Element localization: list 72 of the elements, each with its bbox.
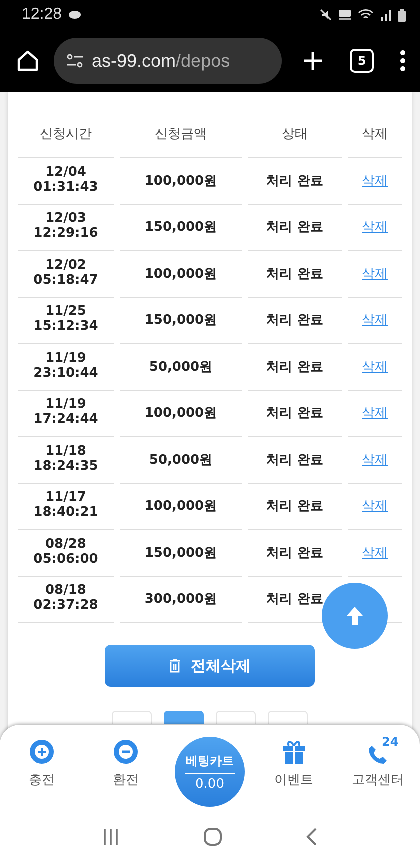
wifi-icon bbox=[358, 9, 374, 21]
delete-link[interactable]: 삭제 bbox=[362, 218, 388, 236]
request-time: 08/28 05:06:00 bbox=[34, 538, 98, 568]
betting-cart-button[interactable]: 베팅카트 0.00 bbox=[175, 737, 245, 807]
up-arrow-icon bbox=[346, 606, 364, 626]
request-time: 12/02 05:18:47 bbox=[34, 258, 98, 289]
minus-chip-icon bbox=[113, 739, 139, 765]
delete-link[interactable]: 삭제 bbox=[362, 450, 388, 469]
status-cell-text: 처리 완료 bbox=[266, 544, 324, 562]
amount-cell-text: 100,000원 bbox=[144, 172, 218, 190]
request-time: 11/19 23:10:44 bbox=[34, 352, 98, 382]
column-header: 삭제 bbox=[348, 112, 402, 158]
delete-link[interactable]: 삭제 bbox=[362, 264, 388, 283]
recent-apps-icon[interactable] bbox=[102, 828, 120, 846]
amount-cell-text: 150,000원 bbox=[144, 219, 218, 236]
phone-icon bbox=[368, 745, 388, 765]
home-icon[interactable] bbox=[16, 49, 40, 73]
tab-count-button[interactable]: 5 bbox=[350, 49, 374, 73]
address-bar[interactable]: as-99.com/depos bbox=[54, 38, 282, 84]
plus-chip-icon bbox=[29, 739, 55, 765]
delete-all-button[interactable]: 전체삭제 bbox=[105, 645, 315, 687]
delete-link[interactable]: 삭제 bbox=[362, 311, 388, 330]
status-cell-text: 처리 완료 bbox=[266, 405, 324, 422]
status-cell-text: 처리 완료 bbox=[266, 498, 324, 516]
amount-cell-text: 150,000원 bbox=[144, 312, 218, 330]
delete-link[interactable]: 삭제 bbox=[362, 497, 388, 516]
request-time: 12/04 01:31:43 bbox=[34, 166, 98, 196]
status-cell-text: 처리 완료 bbox=[266, 452, 324, 469]
column-header: 신청시간 bbox=[18, 112, 114, 158]
new-tab-icon[interactable] bbox=[302, 50, 324, 72]
request-time: 12/03 12:29:16 bbox=[34, 212, 98, 242]
amount-cell-text: 100,000원 bbox=[144, 498, 218, 516]
delete-link[interactable]: 삭제 bbox=[362, 404, 388, 422]
delete-link[interactable]: 삭제 bbox=[362, 544, 388, 562]
request-time: 08/18 02:37:28 bbox=[34, 584, 98, 614]
battery-icon bbox=[398, 8, 406, 22]
nav-item[interactable]: 충전 bbox=[7, 735, 77, 793]
trash-icon bbox=[169, 659, 181, 673]
amount-cell-text: 150,000원 bbox=[144, 544, 218, 562]
gift-icon bbox=[282, 739, 306, 765]
nav-item[interactable]: 이벤트 bbox=[259, 735, 329, 793]
status-cell-text: 처리 완료 bbox=[266, 358, 324, 376]
column-header: 상태 bbox=[248, 112, 342, 158]
nav-item[interactable]: 24 고객센터 bbox=[343, 735, 413, 793]
request-time: 11/18 18:24:35 bbox=[34, 444, 98, 475]
delete-link[interactable]: 삭제 bbox=[362, 172, 388, 190]
hours-label: 24 bbox=[382, 735, 399, 749]
back-icon[interactable] bbox=[306, 828, 318, 846]
url-text: as-99.com/depos bbox=[92, 50, 230, 72]
status-cell-text: 처리 완료 bbox=[266, 591, 324, 608]
column-header: 신청금액 bbox=[120, 112, 242, 158]
cloud-icon bbox=[68, 10, 82, 20]
nav-item[interactable]: 환전 bbox=[91, 735, 161, 793]
status-cell-text: 처리 완료 bbox=[266, 219, 324, 236]
request-time: 11/17 18:40:21 bbox=[34, 491, 98, 522]
amount-cell-text: 50,000원 bbox=[149, 452, 213, 469]
mute-icon bbox=[320, 9, 332, 21]
menu-icon[interactable] bbox=[400, 50, 406, 72]
amount-cell-text: 100,000원 bbox=[144, 266, 218, 283]
signal-icon bbox=[380, 9, 392, 21]
amount-cell-text: 100,000원 bbox=[144, 405, 218, 422]
amount-cell-text: 50,000원 bbox=[149, 358, 213, 376]
site-settings-icon[interactable] bbox=[66, 54, 84, 68]
request-time: 11/19 17:24:44 bbox=[34, 398, 98, 428]
amount-cell-text: 300,000원 bbox=[144, 591, 218, 608]
status-cell-text: 처리 완료 bbox=[266, 312, 324, 330]
request-time: 11/25 15:12:34 bbox=[34, 305, 98, 336]
status-cell-text: 처리 완료 bbox=[266, 172, 324, 190]
status-cell-text: 처리 완료 bbox=[266, 266, 324, 283]
status-time: 12:28 bbox=[22, 6, 62, 24]
delete-link[interactable]: 삭제 bbox=[362, 358, 388, 376]
home-button-icon[interactable] bbox=[202, 827, 223, 847]
